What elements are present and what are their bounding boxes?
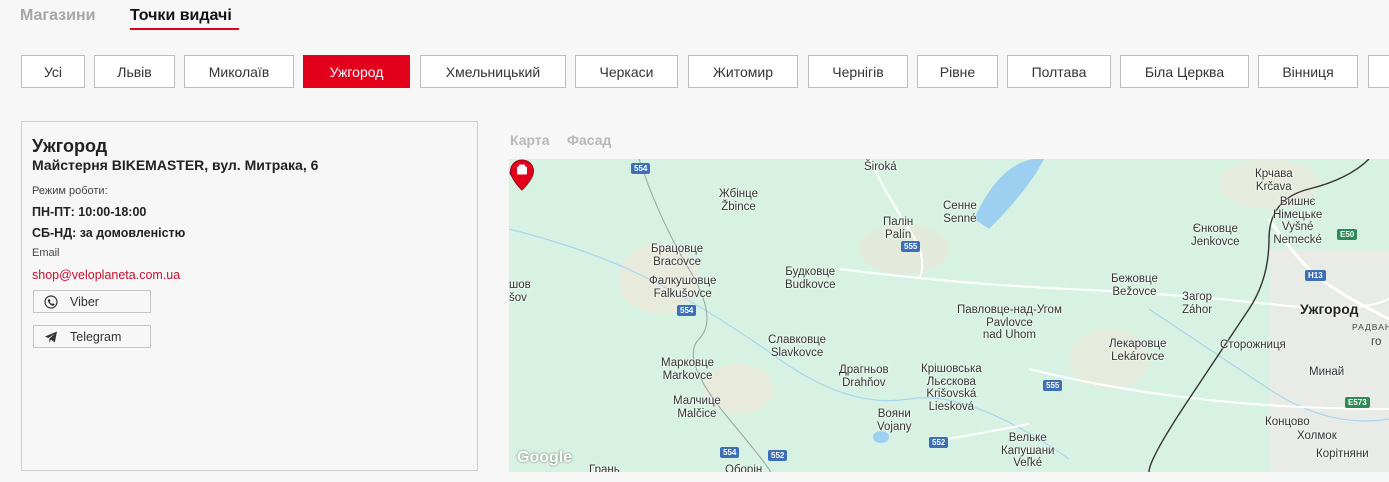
- city-filter-mykolaiv[interactable]: Миколаїв: [184, 55, 294, 88]
- map-label: Грань: [589, 464, 620, 472]
- map-label: Вельке Капушани Veľké: [1001, 432, 1055, 469]
- hours-weekend: СБ-НД: за домовленістю: [32, 226, 186, 240]
- map-label: Крішовська Льєскова Krišovská Liesková: [921, 363, 982, 413]
- tab-shops[interactable]: Магазини: [20, 6, 95, 26]
- road-badge: H13: [1305, 270, 1326, 281]
- city-filter-khmelnytskyi[interactable]: Хмельницький: [420, 55, 566, 88]
- email-link[interactable]: shop@veloplaneta.com.ua: [32, 268, 180, 282]
- map-label: Брацовце Bracovce: [651, 243, 704, 268]
- map-label: Оборін: [725, 464, 763, 472]
- map-tab-facade[interactable]: Фасад: [567, 132, 611, 148]
- hours-label: Режим роботи:: [32, 185, 108, 197]
- road-badge: 554: [720, 447, 740, 458]
- road-badge: 552: [929, 437, 949, 448]
- map-label: шов šov: [509, 279, 531, 304]
- map-tab-map[interactable]: Карта: [510, 132, 550, 148]
- active-tab-underline: [130, 28, 239, 30]
- map-label: Фалкушовце Falkušovce: [649, 275, 717, 300]
- hours-weekdays: ПН-ПТ: 10:00-18:00: [32, 205, 147, 219]
- road-badge: 552: [768, 450, 788, 461]
- map-label: Концово: [1265, 416, 1310, 428]
- road-badge: 554: [677, 305, 697, 316]
- viber-button[interactable]: Viber: [33, 290, 151, 313]
- map-label: Славковце Slavkovce: [768, 334, 827, 359]
- city-filter-rivne[interactable]: Рівне: [917, 55, 998, 88]
- tab-pickup-points[interactable]: Точки видачі: [130, 6, 232, 26]
- map-label: Будковце Budkovce: [785, 266, 836, 291]
- telegram-icon: [44, 330, 58, 344]
- point-address: Майстерня BIKEMASTER, вул. Митрака, 6: [32, 157, 319, 173]
- map-label: Лекаровце Lekárovce: [1109, 338, 1167, 363]
- map-label: Палін Palín: [883, 216, 914, 241]
- map-label: Široká: [864, 161, 897, 173]
- map-label: Крчава Krčava: [1255, 168, 1293, 193]
- viber-icon: [44, 294, 58, 309]
- map-label: Драгньов Drahňov: [839, 364, 889, 389]
- city-filter-vinnytsia[interactable]: Вінниця: [1258, 55, 1358, 88]
- map-district: РАДВАН: [1352, 322, 1389, 332]
- city-filter-all[interactable]: Усі: [21, 55, 85, 88]
- city-filter-next[interactable]: [1368, 55, 1389, 88]
- pickup-point-card: Ужгород Майстерня BIKEMASTER, вул. Митра…: [21, 121, 478, 471]
- email-label: Email: [32, 247, 60, 259]
- city-filter-cherkasy[interactable]: Черкаси: [575, 55, 678, 88]
- map-label: Минай: [1309, 366, 1345, 378]
- map-label: Павловце-над-Угом Pavlovce nad Uhom: [957, 304, 1062, 341]
- point-city: Ужгород: [32, 136, 108, 156]
- map-label: Вояни Vojany: [877, 408, 912, 433]
- lake-shape: [974, 159, 1044, 229]
- map-label: Сенне Senné: [943, 200, 977, 225]
- telegram-button[interactable]: Telegram: [33, 325, 151, 348]
- map-main-city: Ужгород: [1300, 301, 1359, 317]
- map-label: Єнковце Jenkovce: [1191, 223, 1240, 248]
- location-pin-icon[interactable]: [509, 159, 535, 191]
- map-label: Жбінце Žbince: [719, 188, 758, 213]
- telegram-label: Telegram: [70, 329, 122, 344]
- map-label: Малчице Malčice: [673, 395, 721, 420]
- map-label: Бежовце Bežovce: [1111, 273, 1158, 298]
- city-filter-chernihiv[interactable]: Чернігів: [808, 55, 908, 88]
- city-filter-lviv[interactable]: Львів: [94, 55, 175, 88]
- map-view[interactable]: 554 555 554 555 552 554 552 E50 H13 E573…: [509, 159, 1389, 472]
- google-logo: Google: [517, 449, 573, 466]
- road-badge: 555: [1043, 380, 1063, 391]
- map-label: го: [1371, 336, 1382, 348]
- road-badge: 555: [901, 241, 921, 252]
- map-label: Марковце Markovce: [661, 357, 715, 382]
- road-badge: E50: [1337, 229, 1358, 240]
- road-badge: 554: [631, 163, 651, 174]
- road-badge: E573: [1345, 397, 1370, 408]
- city-filter-bila-tserkva[interactable]: Біла Церква: [1120, 55, 1249, 88]
- map-label: Вишнє Німецьке Vyšné Nemecké: [1273, 196, 1323, 246]
- viber-label: Viber: [70, 294, 99, 309]
- city-filter-uzhhorod[interactable]: Ужгород: [303, 55, 410, 88]
- map-label: Холмок: [1297, 430, 1337, 442]
- city-filter-poltava[interactable]: Полтава: [1007, 55, 1111, 88]
- map-label: Корітняни: [1316, 448, 1369, 460]
- map-label: Сторожниця: [1220, 339, 1286, 351]
- city-filter-zhytomyr[interactable]: Житомир: [688, 55, 798, 88]
- map-label: Загор Záhor: [1182, 291, 1213, 316]
